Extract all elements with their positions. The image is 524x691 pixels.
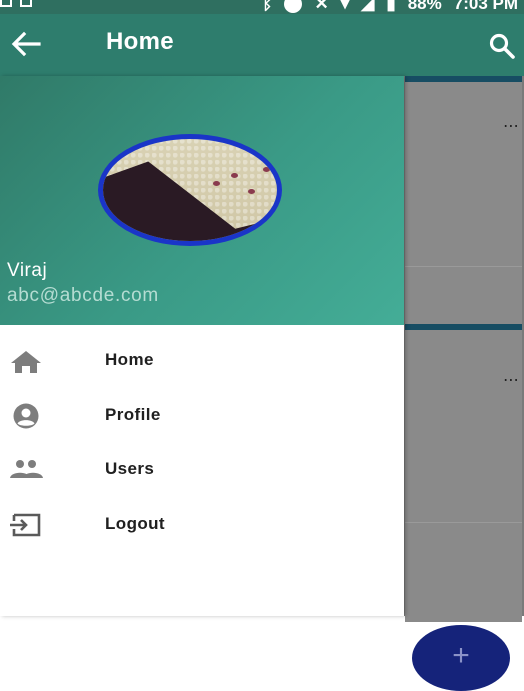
drawer-item-users[interactable]: Users (0, 443, 404, 498)
mute-icon: ✕ (314, 0, 329, 13)
drawer-menu: Home Profile Users Logout (0, 334, 404, 552)
drawer-item-label: Home (105, 350, 154, 369)
more-options-icon[interactable]: ⋯ (503, 370, 520, 389)
drawer-header: Viraj abc@abcde.com (0, 76, 404, 325)
avatar[interactable] (98, 134, 282, 246)
wifi-icon: ▾ (340, 0, 350, 13)
divider (405, 522, 522, 523)
status-bar: ᛒ ✕ ▾ ◢ ▮ 88% 7:03 PM (0, 0, 524, 14)
drawer-item-label: Profile (105, 404, 161, 424)
image-icon (20, 0, 32, 7)
page-title: Home (106, 28, 174, 55)
divider (405, 266, 522, 267)
drawer-item-label: Users (105, 459, 155, 478)
home-icon (11, 351, 41, 373)
clock: 7:03 PM (453, 0, 518, 13)
battery-percent: 88% (407, 0, 442, 13)
content-card[interactable]: ⋯ (405, 324, 522, 622)
notification-icon (0, 0, 12, 7)
app-bar: Home (0, 14, 524, 76)
drawer-item-label: Logout (105, 513, 165, 533)
content-card[interactable]: ⋯ (405, 76, 522, 332)
user-name: Viraj (7, 260, 48, 281)
navigation-drawer: Viraj abc@abcde.com Home Profile Users L… (0, 76, 404, 616)
signal-icon: ◢ (361, 0, 375, 13)
exit-icon (10, 513, 41, 536)
drawer-item-profile[interactable]: Profile (0, 389, 404, 444)
people-icon (10, 460, 43, 478)
drawer-item-home[interactable]: Home (0, 334, 404, 389)
user-email: abc@abcde.com (7, 285, 159, 306)
arrow-back-icon[interactable] (10, 30, 42, 58)
drawer-item-logout[interactable]: Logout (0, 498, 404, 553)
add-fab-button[interactable]: + (412, 625, 510, 691)
more-options-icon[interactable]: ⋯ (503, 116, 520, 135)
bluetooth-icon: ᛒ (262, 0, 273, 13)
search-icon[interactable] (488, 32, 516, 60)
battery-icon: ▮ (386, 0, 396, 13)
data-saver-icon (284, 0, 303, 13)
account-circle-icon (13, 403, 39, 428)
